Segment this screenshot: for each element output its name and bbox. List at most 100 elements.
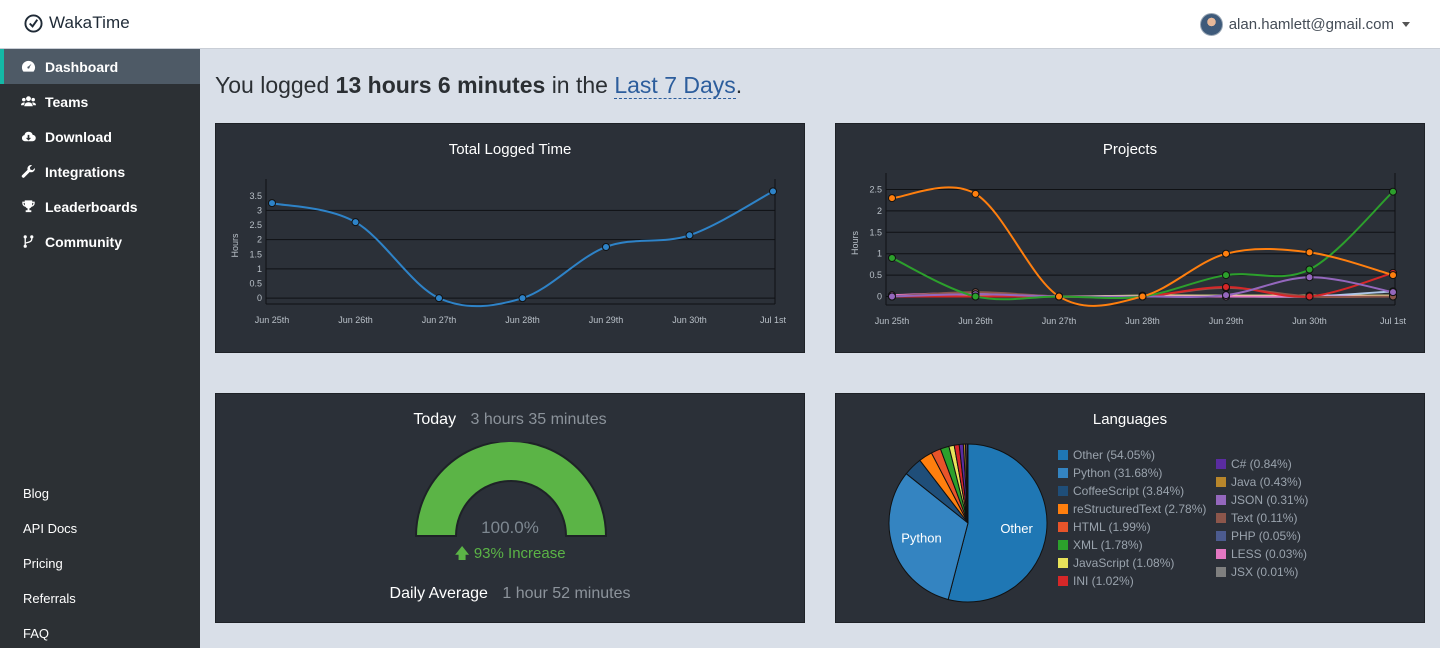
legend-swatch <box>1216 477 1226 487</box>
wrench-icon <box>20 163 37 180</box>
legend-item[interactable]: JSON (0.31%) <box>1216 491 1308 509</box>
x-tick-label: Jun 25th <box>255 315 290 325</box>
data-point <box>435 294 443 303</box>
sidebar-item-teams[interactable]: Teams <box>0 84 200 119</box>
x-tick-label: Jun 30th <box>672 315 707 325</box>
legend-item[interactable]: XML (1.78%) <box>1058 536 1206 554</box>
y-tick-label: 3.5 <box>249 191 262 201</box>
legend-item[interactable]: Other (54.05%) <box>1058 446 1206 464</box>
pie-slice-label: Python <box>901 530 941 545</box>
y-tick-label: 3 <box>257 205 262 215</box>
y-tick-label: 2.5 <box>869 185 882 195</box>
total-logged-time-chart: 0 0.5 1 1.5 2 2.5 3 3.5 Hours Jun 25th Jun 26th Jun… <box>230 179 787 325</box>
api-docs-link[interactable]: API Docs <box>0 511 200 546</box>
y-tick-label: 2 <box>257 235 262 245</box>
chevron-down-icon <box>1402 22 1410 27</box>
increase-text: 93% Increase <box>473 545 566 562</box>
legend-swatch <box>1058 450 1068 460</box>
headline-suffix: . <box>735 72 743 98</box>
legend-item[interactable]: HTML (1.99%) <box>1058 518 1206 536</box>
sidebar-item-label: Dashboard <box>45 58 119 75</box>
legend-item[interactable]: reStructuredText (2.78%) <box>1058 500 1206 518</box>
data-point <box>1305 248 1314 257</box>
sidebar-item-download[interactable]: Download <box>0 119 200 154</box>
languages-legend: C# (0.84%) Java (0.43%) JSON (0.31%) Text (… <box>1216 455 1308 581</box>
data-point <box>888 253 896 262</box>
legend-label: LESS (0.03%) <box>1231 547 1308 561</box>
legend-item[interactable]: C# (0.84%) <box>1216 455 1308 473</box>
legend-swatch <box>1058 540 1068 550</box>
y-tick-label: 1 <box>877 249 882 259</box>
users-icon <box>20 93 37 110</box>
app-name: WakaTime <box>49 13 130 32</box>
date-range-selector[interactable]: Last 7 Days <box>614 72 736 99</box>
y-tick-label: 0.5 <box>869 270 882 280</box>
x-tick-label: Jun 29th <box>589 315 624 325</box>
headline-middle: in the <box>551 72 608 98</box>
x-tick-label: Jun 27th <box>1042 316 1077 326</box>
legend-label: XML (1.78%) <box>1073 538 1143 552</box>
faq-link[interactable]: FAQ <box>0 616 200 648</box>
legend-item[interactable]: Java (0.43%) <box>1216 473 1308 491</box>
pie-slice-label: Other <box>1000 521 1033 536</box>
legend-item[interactable]: LESS (0.03%) <box>1216 545 1308 563</box>
arrow-up-icon: 🡅 <box>454 545 470 562</box>
x-tick-label: Jun 28th <box>505 315 540 325</box>
legend-label: HTML (1.99%) <box>1073 520 1151 534</box>
legend-item[interactable]: INI (1.02%) <box>1058 572 1206 590</box>
user-menu[interactable]: alan.hamlett@gmail.com <box>1199 13 1410 36</box>
referrals-link[interactable]: Referrals <box>0 581 200 616</box>
legend-swatch <box>1058 504 1068 514</box>
data-point <box>1138 292 1147 301</box>
sidebar-item-label: Download <box>45 128 112 145</box>
sidebar-item-dashboard[interactable]: Dashboard <box>0 49 200 84</box>
data-point <box>1055 292 1063 301</box>
legend-swatch <box>1058 576 1068 586</box>
total-logged-time: 13 hours 6 minutes <box>335 72 546 98</box>
data-point <box>268 199 276 208</box>
legend-label: CoffeeScript (3.84%) <box>1073 484 1185 498</box>
x-tick-label: Jun 26th <box>338 315 373 325</box>
sidebar-item-community[interactable]: Community <box>0 224 200 259</box>
languages-legend: Other (54.05%) Python (31.68%) CoffeeScrip… <box>1058 446 1206 590</box>
y-tick-label: 1 <box>257 264 262 274</box>
data-point <box>888 194 896 203</box>
data-point <box>1222 271 1230 280</box>
legend-label: C# (0.84%) <box>1231 457 1292 471</box>
legend-swatch <box>1216 531 1226 541</box>
legend-label: INI (1.02%) <box>1073 574 1134 588</box>
y-tick-label: 2 <box>877 206 882 216</box>
x-tick-label: Jun 29th <box>1209 316 1244 326</box>
languages-panel: Languages Other Python Other (54.05%) Pyth… <box>835 393 1425 623</box>
legend-label: Python (31.68%) <box>1073 466 1163 480</box>
legend-item[interactable]: CoffeeScript (3.84%) <box>1058 482 1206 500</box>
data-point <box>1389 187 1397 196</box>
wakatime-logo-icon <box>24 13 43 33</box>
data-point <box>971 189 980 198</box>
x-tick-label: Jul 1st <box>760 315 787 325</box>
total-logged-time-panel: Total Logged Time 0 0.5 1 1.5 2 2.5 3 3.5 Hours J… <box>215 123 805 353</box>
y-axis-label: Hours <box>850 231 860 256</box>
legend-swatch <box>1216 513 1226 523</box>
y-tick-label: 0 <box>257 293 262 303</box>
legend-item[interactable]: JavaScript (1.08%) <box>1058 554 1206 572</box>
legend-label: PHP (0.05%) <box>1231 529 1301 543</box>
data-point <box>1305 273 1314 282</box>
logo[interactable]: WakaTime <box>24 13 130 33</box>
data-point <box>1305 265 1314 274</box>
increase-indicator: 🡅 93% Increase <box>216 543 804 568</box>
sidebar-item-integrations[interactable]: Integrations <box>0 154 200 189</box>
y-tick-label: 0.5 <box>249 279 262 289</box>
legend-item[interactable]: JSX (0.01%) <box>1216 563 1308 581</box>
y-axis-label: Hours <box>230 233 240 258</box>
languages-pie-chart: Other Python <box>888 443 1048 603</box>
sidebar-item-leaderboards[interactable]: Leaderboards <box>0 189 200 224</box>
legend-item[interactable]: Text (0.11%) <box>1216 509 1308 527</box>
user-email: alan.hamlett@gmail.com <box>1228 16 1394 33</box>
legend-item[interactable]: PHP (0.05%) <box>1216 527 1308 545</box>
y-tick-label: 0 <box>877 291 882 301</box>
blog-link[interactable]: Blog <box>0 476 200 511</box>
legend-swatch <box>1058 522 1068 532</box>
pricing-link[interactable]: Pricing <box>0 546 200 581</box>
legend-item[interactable]: Python (31.68%) <box>1058 464 1206 482</box>
